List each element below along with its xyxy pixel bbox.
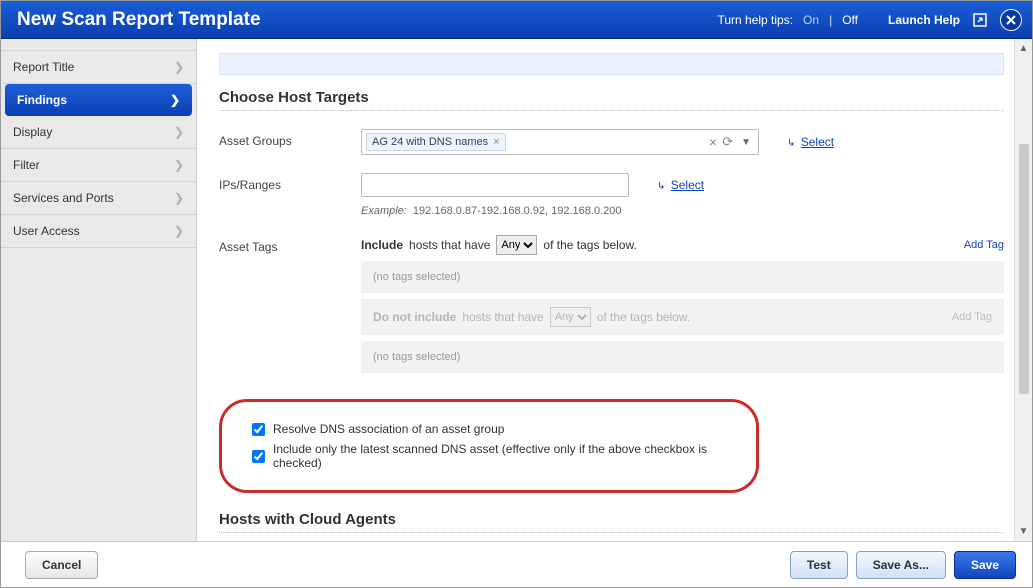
checkbox-latest-dns[interactable]	[252, 450, 265, 463]
checkbox-resolve-dns-label: Resolve DNS association of an asset grou…	[273, 422, 504, 436]
exclude-any-all-select[interactable]: Any	[550, 307, 591, 327]
close-icon[interactable]	[1000, 9, 1022, 31]
help-tips-label: Turn help tips:	[717, 13, 793, 27]
include-mid: hosts that have	[409, 238, 490, 252]
sidebar-item-services-ports[interactable]: Services and Ports ❯	[1, 182, 196, 215]
launch-help-link[interactable]: Launch Help	[888, 13, 960, 27]
asset-groups-input[interactable]: AG 24 with DNS names × × ⟳ ▼	[361, 129, 759, 155]
sidebar-item-label: Services and Ports	[13, 191, 114, 205]
help-tips-on-link[interactable]: On	[803, 13, 819, 27]
sidebar-item-label: Filter	[13, 158, 40, 172]
label-asset-groups: Asset Groups	[219, 129, 361, 148]
dialog-window: New Scan Report Template Turn help tips:…	[0, 0, 1033, 588]
scrollbar[interactable]: ▲ ▼	[1014, 39, 1032, 541]
ips-example: Example: 192.168.0.87-192.168.0.92, 192.…	[361, 205, 1004, 217]
exclude-tags-box: (no tags selected)	[361, 341, 1004, 373]
sidebar-item-filter[interactable]: Filter ❯	[1, 149, 196, 182]
example-text: 192.168.0.87-192.168.0.92, 192.168.0.200	[413, 205, 622, 217]
scrollbar-thumb[interactable]	[1019, 144, 1029, 394]
row-asset-tags: Asset Tags Include hosts that have Any o…	[219, 235, 1004, 373]
exclude-mid: hosts that have	[462, 310, 543, 324]
chevron-right-icon: ❯	[174, 158, 184, 172]
checkbox-latest-dns-row: Include only the latest scanned DNS asse…	[252, 442, 726, 470]
dialog-title: New Scan Report Template	[17, 9, 717, 31]
scroll-up-icon[interactable]: ▲	[1019, 43, 1029, 54]
add-tag-exclude-link: Add Tag	[952, 311, 992, 323]
label-asset-tags: Asset Tags	[219, 235, 361, 254]
separator: |	[829, 13, 832, 27]
asset-groups-select: ↳ Select	[787, 135, 834, 149]
sidebar-item-label: Report Title	[13, 60, 74, 74]
scroll-down-icon[interactable]: ▼	[1019, 526, 1029, 537]
row-asset-groups: Asset Groups AG 24 with DNS names × ×	[219, 129, 1004, 155]
chip-label: AG 24 with DNS names	[372, 136, 488, 148]
help-tips-off-link[interactable]: Off	[842, 13, 858, 27]
clear-icon[interactable]: ×	[709, 134, 717, 150]
cancel-button[interactable]: Cancel	[25, 551, 98, 579]
sidebar-item-report-title[interactable]: Report Title ❯	[1, 50, 196, 84]
include-tags-box: (no tags selected)	[361, 261, 1004, 293]
asset-groups-select-link[interactable]: Select	[801, 135, 834, 149]
dialog-body: Report Title ❯ Findings ❯ Display ❯ Filt…	[1, 39, 1032, 541]
checkbox-latest-dns-label: Include only the latest scanned DNS asse…	[273, 442, 726, 470]
chevron-right-icon: ❯	[170, 93, 180, 107]
sidebar: Report Title ❯ Findings ❯ Display ❯ Filt…	[1, 39, 197, 541]
include-tags-row: Include hosts that have Any of the tags …	[361, 235, 1004, 255]
chevron-right-icon: ❯	[174, 60, 184, 74]
asset-group-chip[interactable]: AG 24 with DNS names ×	[366, 133, 506, 151]
maximize-icon[interactable]	[970, 10, 990, 30]
exclude-prefix: Do not include	[373, 310, 456, 324]
ips-ranges-select-link[interactable]: Select	[671, 178, 704, 192]
sidebar-item-display[interactable]: Display ❯	[1, 116, 196, 149]
example-prefix: Example:	[361, 205, 407, 217]
section-title-host-targets: Choose Host Targets	[219, 89, 1004, 111]
dropdown-icon[interactable]: ▼	[738, 137, 754, 148]
content-wrap: Choose Host Targets Asset Groups AG 24 w…	[197, 39, 1032, 541]
select-arrow-icon: ↳	[787, 138, 795, 149]
row-ips-ranges: IPs/Ranges ↳ Select	[219, 173, 1004, 197]
chevron-right-icon: ❯	[174, 191, 184, 205]
section-title-cloud-agents: Hosts with Cloud Agents	[219, 511, 1004, 533]
label-ips-ranges: IPs/Ranges	[219, 173, 361, 192]
titlebar: New Scan Report Template Turn help tips:…	[1, 1, 1032, 39]
highlighted-checkbox-group: Resolve DNS association of an asset grou…	[219, 399, 759, 493]
select-arrow-icon: ↳	[657, 181, 665, 192]
refresh-icon[interactable]: ⟳	[722, 134, 733, 150]
content: Choose Host Targets Asset Groups AG 24 w…	[197, 39, 1014, 541]
ips-ranges-input[interactable]	[361, 173, 629, 197]
sidebar-item-label: Display	[13, 125, 52, 139]
titlebar-right: Turn help tips: On | Off Launch Help	[717, 9, 1022, 31]
include-any-all-select[interactable]: Any	[496, 235, 537, 255]
sidebar-item-user-access[interactable]: User Access ❯	[1, 215, 196, 248]
chevron-right-icon: ❯	[174, 125, 184, 139]
ips-ranges-select: ↳ Select	[657, 178, 704, 192]
dialog-footer: Cancel Test Save As... Save	[1, 541, 1032, 587]
save-button[interactable]: Save	[954, 551, 1016, 579]
chip-remove-icon[interactable]: ×	[493, 136, 499, 148]
save-as-button[interactable]: Save As...	[856, 551, 946, 579]
chevron-right-icon: ❯	[174, 224, 184, 238]
info-banner	[219, 53, 1004, 75]
include-prefix: Include	[361, 238, 403, 252]
sidebar-item-findings[interactable]: Findings ❯	[5, 84, 192, 116]
exclude-suffix: of the tags below.	[597, 310, 690, 324]
checkbox-resolve-dns[interactable]	[252, 423, 265, 436]
asset-groups-controls: × ⟳ ▼	[709, 134, 754, 150]
sidebar-item-label: User Access	[13, 224, 80, 238]
test-button[interactable]: Test	[790, 551, 848, 579]
sidebar-item-label: Findings	[17, 93, 67, 107]
include-suffix: of the tags below.	[543, 238, 636, 252]
checkbox-resolve-dns-row: Resolve DNS association of an asset grou…	[252, 422, 726, 436]
add-tag-include-link[interactable]: Add Tag	[964, 239, 1004, 251]
exclude-tags-row: Do not include hosts that have Any of th…	[361, 299, 1004, 335]
